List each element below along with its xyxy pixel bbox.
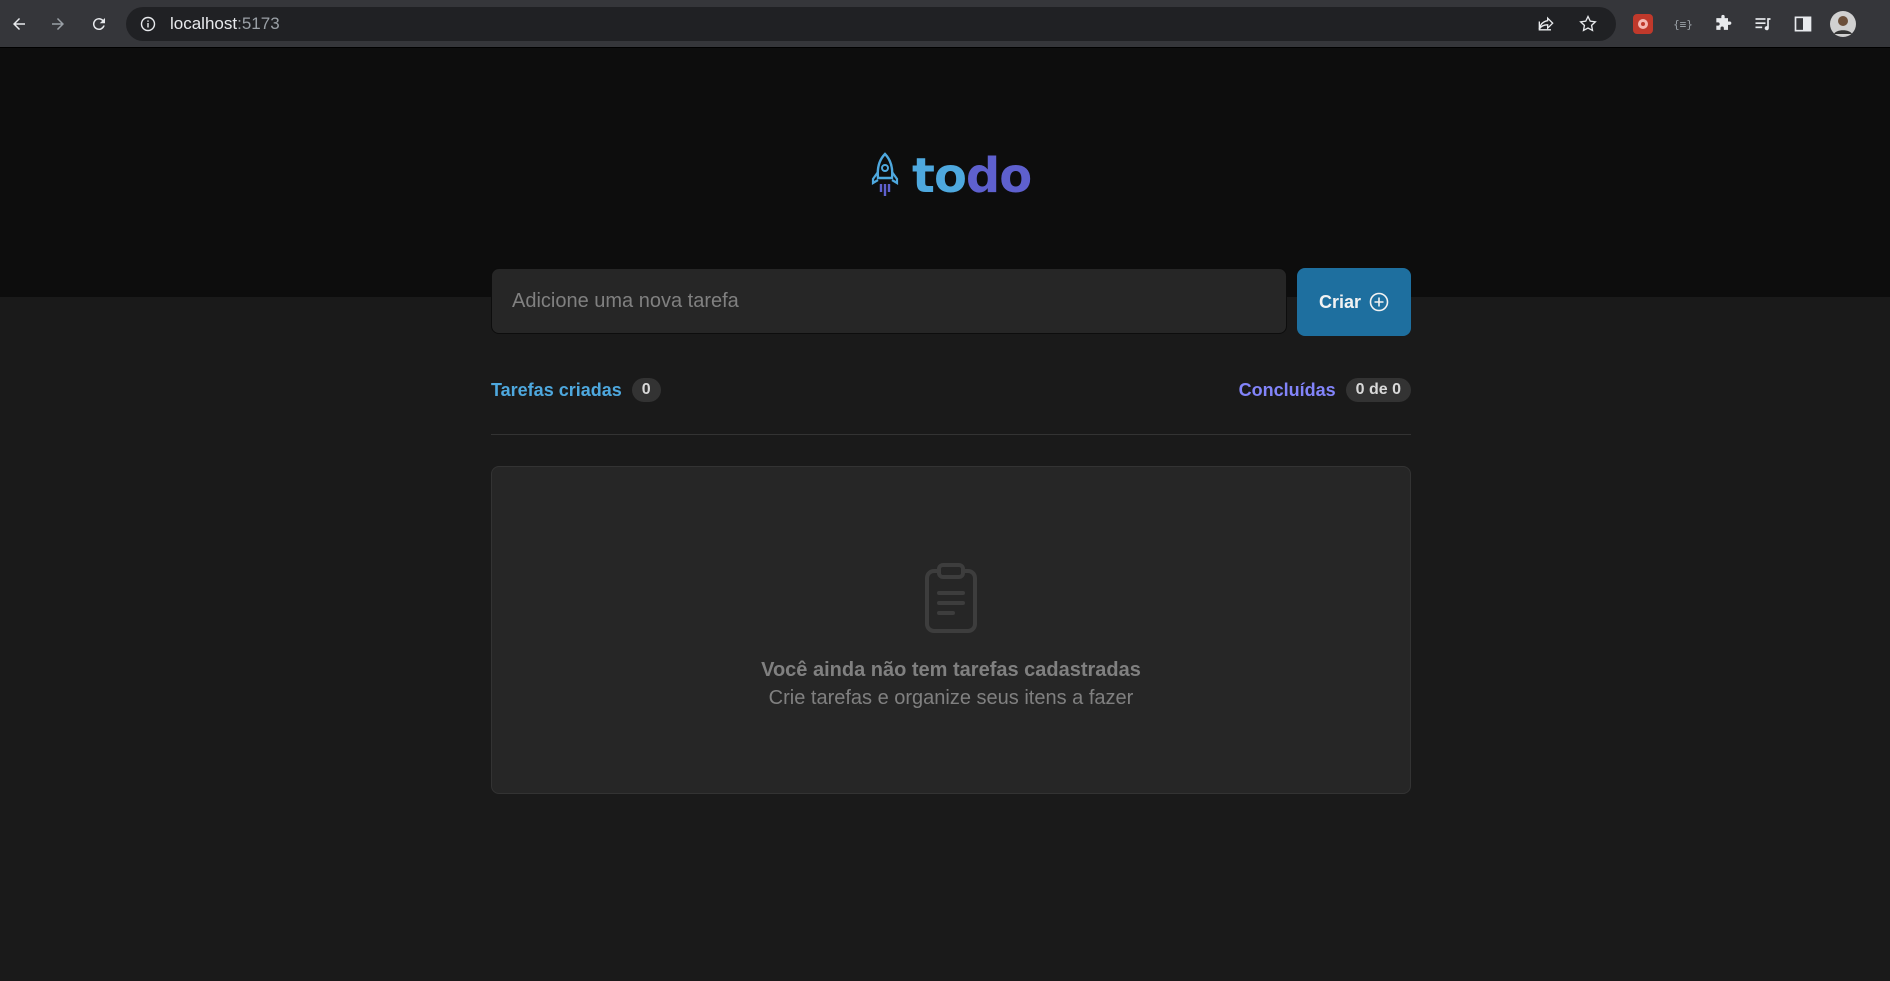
done-stat: Concluídas 0 de 0 [1239, 378, 1411, 402]
svg-text:{≡}: {≡} [1673, 18, 1693, 31]
create-button-label: Criar [1318, 291, 1362, 312]
address-bar[interactable]: localhost:5173 [126, 7, 1616, 41]
create-button[interactable]: Criar [1297, 268, 1411, 336]
plus-circle-icon [1369, 292, 1389, 312]
logo-text-do: do [965, 148, 1032, 204]
forward-button[interactable] [43, 9, 73, 39]
avatar-icon [1830, 11, 1856, 37]
playlist-icon [1755, 18, 1771, 31]
created-label: Tarefas criadas [491, 379, 622, 400]
clipboard-icon [925, 563, 977, 633]
logo-text: todo [912, 148, 1032, 204]
stats-divider [491, 434, 1411, 435]
created-count-badge: 0 [631, 378, 661, 402]
app-logo: todo [870, 148, 1032, 204]
reload-button[interactable] [84, 9, 114, 39]
braces-icon: {≡} [1673, 18, 1693, 31]
todo-app: todo Adicione uma nova tarefa Criar Tare… [0, 48, 1890, 981]
arrow-right-icon [52, 18, 64, 30]
task-stats: Tarefas criadas 0 Concluídas 0 de 0 [491, 378, 1411, 408]
url-host: localhost [170, 14, 238, 33]
extensions-button[interactable] [1710, 11, 1736, 37]
reload-icon [92, 18, 105, 31]
rocket-icon [871, 152, 899, 196]
star-icon [1579, 14, 1597, 32]
empty-subtitle: Crie tarefas e organize seus itens a faz… [768, 687, 1134, 709]
logo-text-to: to [912, 148, 967, 204]
extension-2[interactable]: {≡} [1670, 11, 1696, 37]
info-icon[interactable] [140, 16, 156, 32]
puzzle-icon [1716, 14, 1732, 30]
created-stat: Tarefas criadas 0 [491, 378, 661, 402]
empty-state: Você ainda não tem tarefas cadastradas C… [491, 466, 1411, 794]
new-task-input[interactable]: Adicione uma nova tarefa [491, 268, 1287, 334]
side-panel-icon [1794, 16, 1812, 32]
arrow-left-icon [13, 18, 25, 30]
back-button[interactable] [4, 9, 34, 39]
extension-1[interactable] [1630, 11, 1656, 37]
reading-list-button[interactable] [1750, 11, 1776, 37]
profile-avatar[interactable] [1830, 11, 1856, 37]
browser-chrome: localhost:5173 {≡} [0, 0, 1890, 48]
share-icon [1538, 16, 1554, 31]
empty-title: Você ainda não tem tarefas cadastradas [761, 659, 1141, 681]
done-count-badge: 0 de 0 [1345, 378, 1411, 402]
share-button[interactable] [1536, 7, 1556, 41]
side-panel-button[interactable] [1790, 11, 1816, 37]
url-port: :5173 [237, 14, 280, 33]
new-task-placeholder: Adicione uma nova tarefa [512, 289, 739, 312]
done-label: Concluídas [1238, 379, 1336, 400]
bookmark-button[interactable] [1578, 7, 1598, 41]
extension-badge-icon [1633, 14, 1653, 34]
